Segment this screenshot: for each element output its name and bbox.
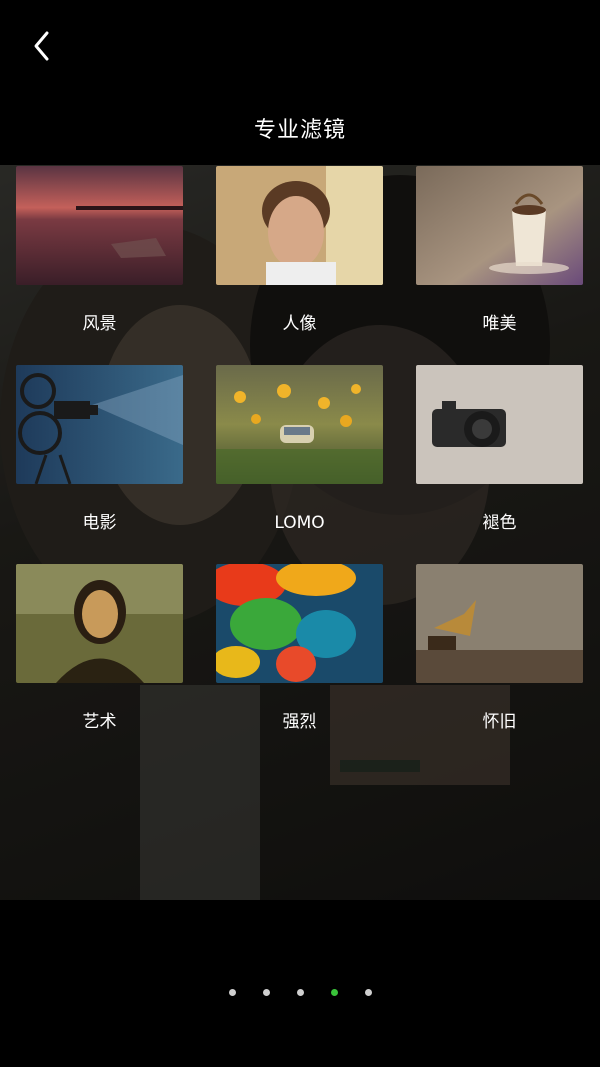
- filter-label: 褪色: [482, 513, 517, 533]
- vintage-camera-thumbnail: [416, 365, 583, 484]
- filter-tile-nostalgic[interactable]: 怀旧: [416, 564, 583, 763]
- filter-grid: 风景 人像 唯美 电影 LOMO 褪色 艺术 强烈 怀旧: [16, 166, 584, 763]
- mona-lisa-thumbnail: [16, 564, 183, 683]
- coffee-cup-thumbnail: [416, 166, 583, 285]
- filter-tile-faded[interactable]: 褪色: [416, 365, 583, 564]
- filter-tile-landscape[interactable]: 风景: [16, 166, 183, 365]
- filter-tile-movie[interactable]: 电影: [16, 365, 183, 564]
- chevron-left-icon: [32, 29, 52, 67]
- filter-label: LOMO: [274, 513, 325, 533]
- filter-tile-art[interactable]: 艺术: [16, 564, 183, 763]
- page-dot-5[interactable]: [364, 989, 372, 996]
- dandelion-car-thumbnail: [216, 365, 383, 484]
- filter-label: 怀旧: [482, 712, 517, 732]
- color-smoke-thumbnail: [216, 564, 383, 683]
- page-dot-1[interactable]: [228, 989, 236, 996]
- portrait-thumbnail: [216, 166, 383, 285]
- filter-picker-screen: 专业滤镜 风景 人像 唯美 电影 LOMO 褪色 艺术 强烈 怀旧: [0, 0, 600, 1067]
- filter-tile-intense[interactable]: 强烈: [216, 564, 383, 763]
- filter-tile-lomo[interactable]: LOMO: [216, 365, 383, 564]
- filter-tile-aesthetic[interactable]: 唯美: [416, 166, 583, 365]
- bottom-area: [0, 900, 600, 1067]
- filter-label: 人像: [282, 314, 317, 334]
- filter-label: 风景: [82, 314, 117, 334]
- filter-label: 电影: [82, 513, 117, 533]
- landscape-thumbnail: [16, 166, 183, 285]
- page-title: 专业滤镜: [253, 118, 346, 143]
- filter-tile-portrait[interactable]: 人像: [216, 166, 383, 365]
- page-dot-2[interactable]: [262, 989, 270, 996]
- gramophone-thumbnail: [416, 564, 583, 683]
- top-bar: 专业滤镜: [0, 0, 600, 165]
- back-button[interactable]: [22, 28, 62, 68]
- page-dot-4[interactable]: [330, 989, 338, 996]
- filter-label: 强烈: [282, 712, 317, 732]
- filter-label: 唯美: [482, 314, 517, 334]
- page-dot-3[interactable]: [296, 989, 304, 996]
- film-projector-thumbnail: [16, 365, 183, 484]
- page-indicator: [0, 989, 600, 999]
- filter-label: 艺术: [82, 712, 117, 732]
